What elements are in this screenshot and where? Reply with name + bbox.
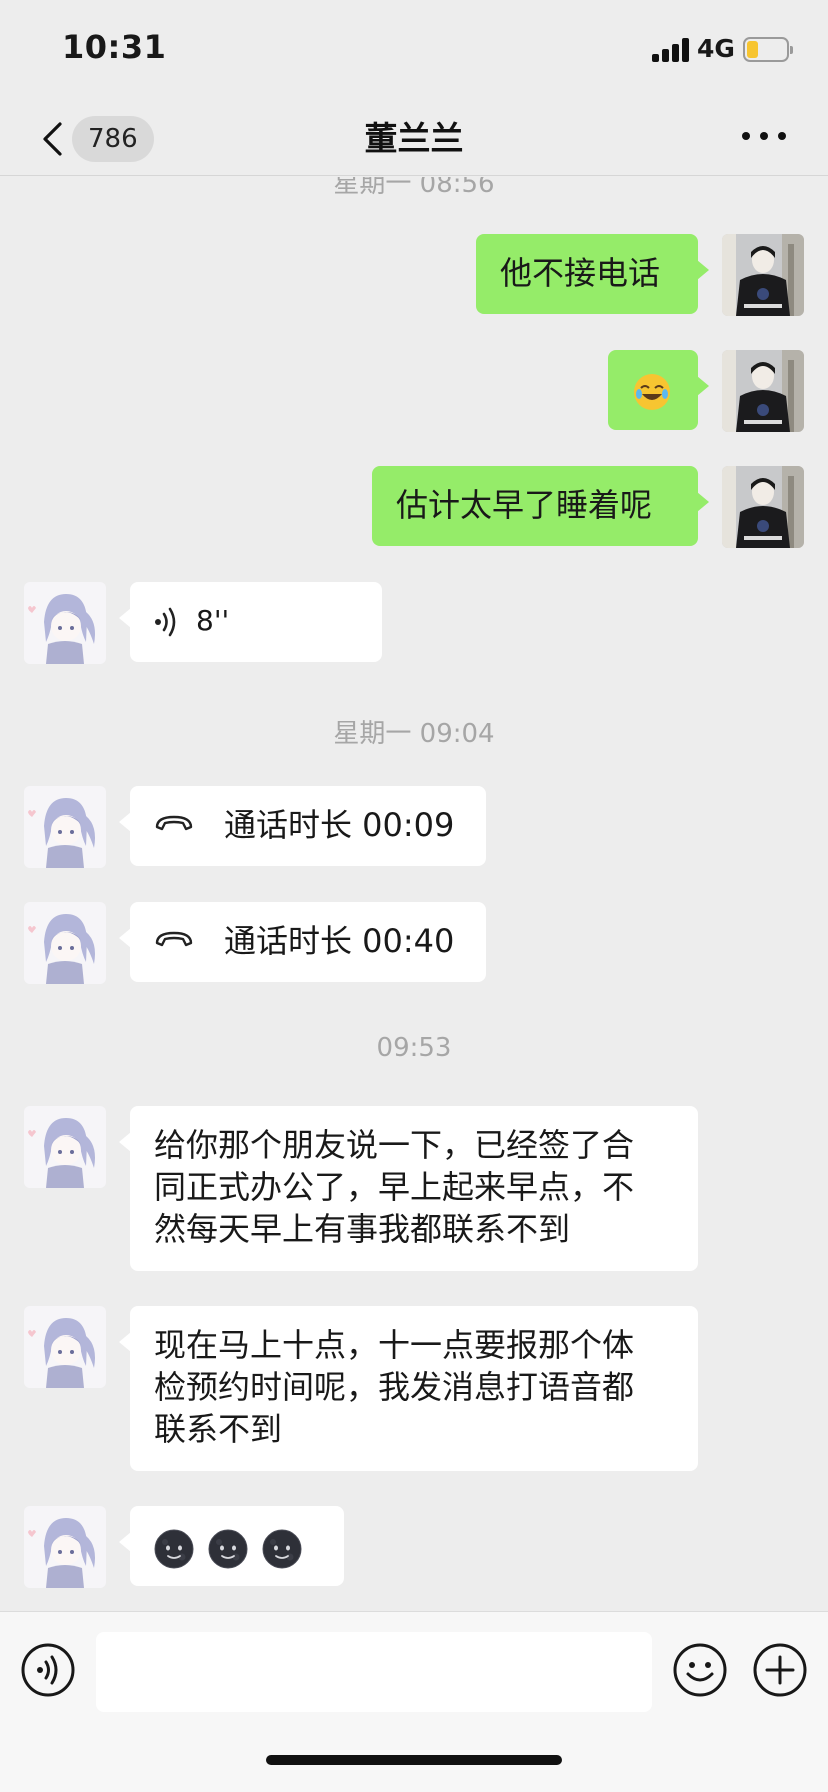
battery-level <box>747 41 758 58</box>
message-line: 然每天早上有事我都联系不到 <box>154 1210 571 1248</box>
emoji-message-bubble[interactable] <box>119 1506 344 1586</box>
home-indicator <box>266 1755 562 1765</box>
message-line: 给你那个朋友说一下，已经签了合 <box>154 1126 635 1164</box>
my-avatar[interactable] <box>722 234 804 316</box>
message-bubble[interactable]: 给你那个朋友说一下，已经签了合 同正式办公了，早上起来早点，不 然每天早上有事我… <box>119 1106 698 1271</box>
message-input[interactable] <box>96 1632 652 1712</box>
contact-avatar[interactable] <box>24 582 106 664</box>
message-line: 联系不到 <box>154 1410 283 1448</box>
new-moon-face-emoji-icon <box>208 1529 248 1569</box>
message-bubble[interactable]: 现在马上十点，十一点要报那个体 检预约时间呢，我发消息打语音都 联系不到 <box>119 1306 698 1471</box>
chat-header: 786 董兰兰 <box>0 100 828 176</box>
message-text: 他不接电话 <box>500 254 661 292</box>
call-record-bubble[interactable]: 通话时长 00:40 <box>119 902 486 982</box>
message-line: 现在马上十点，十一点要报那个体 <box>154 1326 635 1364</box>
timestamp: 09:53 <box>376 1033 452 1063</box>
call-duration-text: 通话时长 00:40 <box>224 922 455 960</box>
contact-avatar[interactable] <box>24 902 106 984</box>
phone-hangup-icon <box>154 929 194 949</box>
contact-avatar[interactable] <box>24 1106 106 1188</box>
voice-duration: 8'' <box>196 604 230 637</box>
new-moon-face-emoji-icon <box>262 1529 302 1569</box>
timestamp: 星期一 09:04 <box>333 719 495 749</box>
contact-avatar[interactable] <box>24 1306 106 1388</box>
rolling-laughing-emoji-icon <box>634 374 670 410</box>
call-duration-text: 通话时长 00:09 <box>224 806 455 844</box>
chat-title: 董兰兰 <box>364 119 464 158</box>
voice-wave-icon <box>155 607 176 637</box>
network-type: 4G <box>697 34 735 63</box>
battery-icon <box>743 37 793 62</box>
message-text: 估计太早了睡着呢 <box>396 486 653 524</box>
emoji-message-bubble[interactable] <box>608 350 709 430</box>
timestamp: 星期一 08:56 <box>333 177 495 199</box>
more-options-button[interactable] <box>742 126 786 150</box>
message-bubble[interactable]: 他不接电话 <box>476 234 709 314</box>
status-bar: 10:31 4G <box>0 0 828 100</box>
my-avatar[interactable] <box>722 466 804 548</box>
voice-input-button[interactable] <box>20 1642 76 1698</box>
more-dots-icon <box>742 132 750 140</box>
message-line: 同正式办公了，早上起来早点，不 <box>154 1168 635 1206</box>
voice-message-bubble[interactable]: 8'' <box>119 582 382 662</box>
my-avatar[interactable] <box>722 350 804 432</box>
signal-strength-icon <box>652 38 692 62</box>
new-moon-face-emoji-icon <box>154 1529 194 1569</box>
emoji-picker-button[interactable] <box>672 1642 728 1698</box>
status-time: 10:31 <box>62 28 167 66</box>
message-list[interactable]: 星期一 08:56 他不接电话 估计太早了睡着呢 8'' 星期一 09:04 通… <box>0 177 828 1611</box>
call-record-bubble[interactable]: 通话时长 00:09 <box>119 786 486 866</box>
message-bubble[interactable]: 估计太早了睡着呢 <box>372 466 709 546</box>
more-functions-button[interactable] <box>752 1642 808 1698</box>
message-line: 检预约时间呢，我发消息打语音都 <box>154 1368 635 1406</box>
phone-hangup-icon <box>154 813 194 833</box>
contact-avatar[interactable] <box>24 786 106 868</box>
contact-avatar[interactable] <box>24 1506 106 1588</box>
